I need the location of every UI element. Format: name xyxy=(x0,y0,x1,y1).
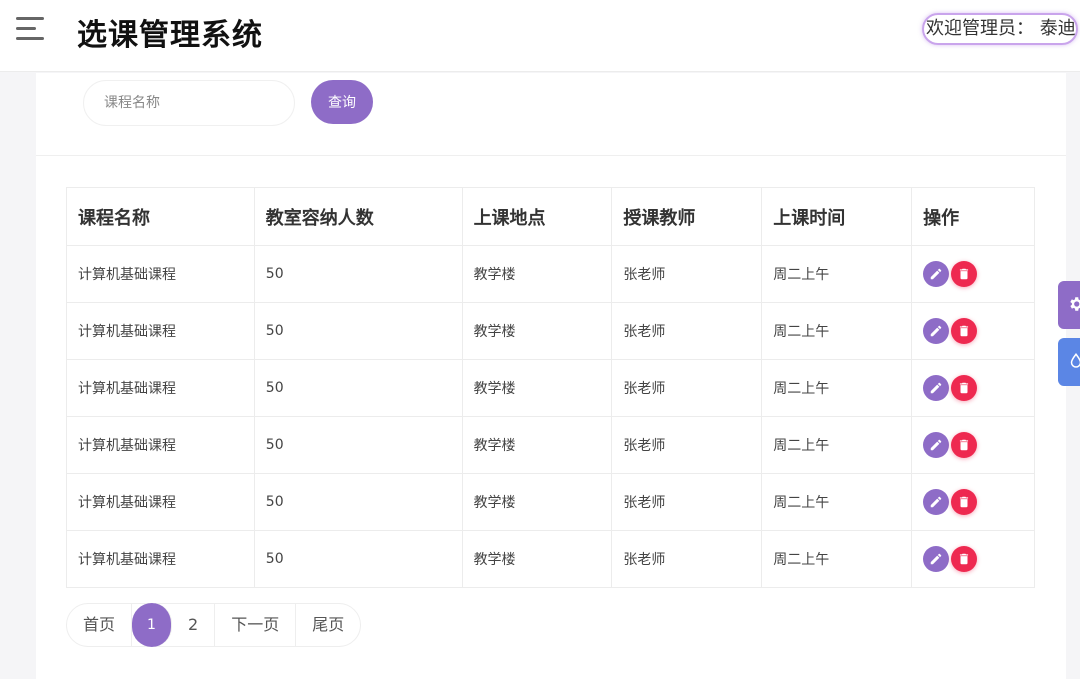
column-header-location: 上课地点 xyxy=(461,187,613,246)
cell-course-name: 计算机基础课程 xyxy=(66,530,255,588)
cell-teacher: 张老师 xyxy=(611,359,763,417)
column-header-time: 上课时间 xyxy=(761,187,913,246)
table-row: 计算机基础课程 50 教学楼 张老师 周二上午 xyxy=(66,359,1035,417)
delete-button[interactable] xyxy=(951,318,978,344)
cell-location: 教学楼 xyxy=(461,530,613,588)
gear-icon xyxy=(1070,297,1080,311)
pencil-icon xyxy=(930,268,942,280)
table-header-row: 课程名称 教室容纳人数 上课地点 授课教师 上课时间 操作 xyxy=(66,187,1035,246)
hamburger-menu-icon[interactable] xyxy=(16,17,46,43)
app-title: 选课管理系统 xyxy=(77,18,263,53)
table-row: 计算机基础课程 50 教学楼 张老师 周二上午 xyxy=(66,416,1035,474)
cell-time: 周二上午 xyxy=(761,530,913,588)
table-row: 计算机基础课程 50 教学楼 张老师 周二上午 xyxy=(66,245,1035,303)
settings-side-tab[interactable] xyxy=(1058,281,1080,329)
last-page-button[interactable]: 尾页 xyxy=(296,604,360,646)
cell-teacher: 张老师 xyxy=(611,473,763,531)
cell-actions xyxy=(911,530,1035,588)
cell-actions xyxy=(911,245,1035,303)
table-body: 计算机基础课程 50 教学楼 张老师 周二上午 计算机基础课程 50 教学楼 张老师 周二上午 计算… xyxy=(66,245,1035,588)
edit-button[interactable] xyxy=(923,489,950,515)
cell-teacher: 张老师 xyxy=(611,530,763,588)
cell-teacher: 张老师 xyxy=(611,416,763,474)
cell-location: 教学楼 xyxy=(461,302,613,360)
delete-button[interactable] xyxy=(951,489,978,515)
cell-capacity: 50 xyxy=(253,302,463,360)
course-table: 课程名称 教室容纳人数 上课地点 授课教师 上课时间 操作 计算机基础课程 50 教… xyxy=(66,187,1035,588)
cell-actions xyxy=(911,359,1035,417)
trash-icon xyxy=(960,325,969,337)
cell-course-name: 计算机基础课程 xyxy=(66,302,255,360)
delete-button[interactable] xyxy=(951,432,978,458)
pencil-icon xyxy=(930,553,942,565)
cell-location: 教学楼 xyxy=(461,416,613,474)
cell-teacher: 张老师 xyxy=(611,245,763,303)
cell-time: 周二上午 xyxy=(761,473,913,531)
cell-capacity: 50 xyxy=(253,359,463,417)
cell-time: 周二上午 xyxy=(761,302,913,360)
edit-button[interactable] xyxy=(923,261,950,287)
trash-icon xyxy=(960,268,969,280)
trash-icon xyxy=(960,439,969,451)
pencil-icon xyxy=(930,439,942,451)
page-1-button[interactable]: 1 xyxy=(132,603,173,647)
cell-location: 教学楼 xyxy=(461,473,613,531)
table-row: 计算机基础课程 50 教学楼 张老师 周二上午 xyxy=(66,302,1035,360)
cell-actions xyxy=(911,473,1035,531)
table-row: 计算机基础课程 50 教学楼 张老师 周二上午 xyxy=(66,473,1035,531)
cell-location: 教学楼 xyxy=(461,245,613,303)
trash-icon xyxy=(960,553,969,565)
pagination: 首页 1 2 下一页 尾页 xyxy=(66,603,362,647)
course-name-search-input[interactable] xyxy=(83,80,295,126)
edit-button[interactable] xyxy=(923,432,950,458)
cell-capacity: 50 xyxy=(253,530,463,588)
delete-button[interactable] xyxy=(951,546,978,572)
cell-teacher: 张老师 xyxy=(611,302,763,360)
cell-capacity: 50 xyxy=(253,416,463,474)
trash-icon xyxy=(960,382,969,394)
cell-actions xyxy=(911,416,1035,474)
cell-capacity: 50 xyxy=(253,245,463,303)
edit-button[interactable] xyxy=(923,546,950,572)
delete-button[interactable] xyxy=(951,261,978,287)
first-page-button[interactable]: 首页 xyxy=(67,604,133,646)
trash-icon xyxy=(960,496,969,508)
edit-button[interactable] xyxy=(923,318,950,344)
pencil-icon xyxy=(930,496,942,508)
cell-location: 教学楼 xyxy=(461,359,613,417)
delete-button[interactable] xyxy=(951,375,978,401)
search-bar: 查询 xyxy=(36,73,1066,156)
welcome-admin-badge[interactable]: 欢迎管理员： 泰迪 xyxy=(922,13,1078,45)
page-2-button[interactable]: 2 xyxy=(172,604,216,646)
cell-time: 周二上午 xyxy=(761,416,913,474)
column-header-course-name: 课程名称 xyxy=(66,187,255,246)
pencil-icon xyxy=(930,382,942,394)
edit-button[interactable] xyxy=(923,375,950,401)
pencil-icon xyxy=(930,325,942,337)
cell-course-name: 计算机基础课程 xyxy=(66,359,255,417)
main-panel: 查询 课程名称 教室容纳人数 上课地点 授课教师 上课时间 操作 计算机基础课程… xyxy=(36,73,1066,679)
cell-time: 周二上午 xyxy=(761,245,913,303)
search-button[interactable]: 查询 xyxy=(311,80,373,124)
column-header-capacity: 教室容纳人数 xyxy=(253,187,463,246)
cell-capacity: 50 xyxy=(253,473,463,531)
top-bar: 选课管理系统 欢迎管理员： 泰迪 xyxy=(0,0,1080,72)
column-header-actions: 操作 xyxy=(911,187,1035,246)
table-row: 计算机基础课程 50 教学楼 张老师 周二上午 xyxy=(66,530,1035,588)
cell-course-name: 计算机基础课程 xyxy=(66,245,255,303)
theme-side-tab[interactable] xyxy=(1058,338,1080,386)
cell-course-name: 计算机基础课程 xyxy=(66,473,255,531)
cell-actions xyxy=(911,302,1035,360)
column-header-teacher: 授课教师 xyxy=(611,187,763,246)
droplet-icon xyxy=(1070,353,1080,368)
cell-time: 周二上午 xyxy=(761,359,913,417)
next-page-button[interactable]: 下一页 xyxy=(215,604,297,646)
cell-course-name: 计算机基础课程 xyxy=(66,416,255,474)
